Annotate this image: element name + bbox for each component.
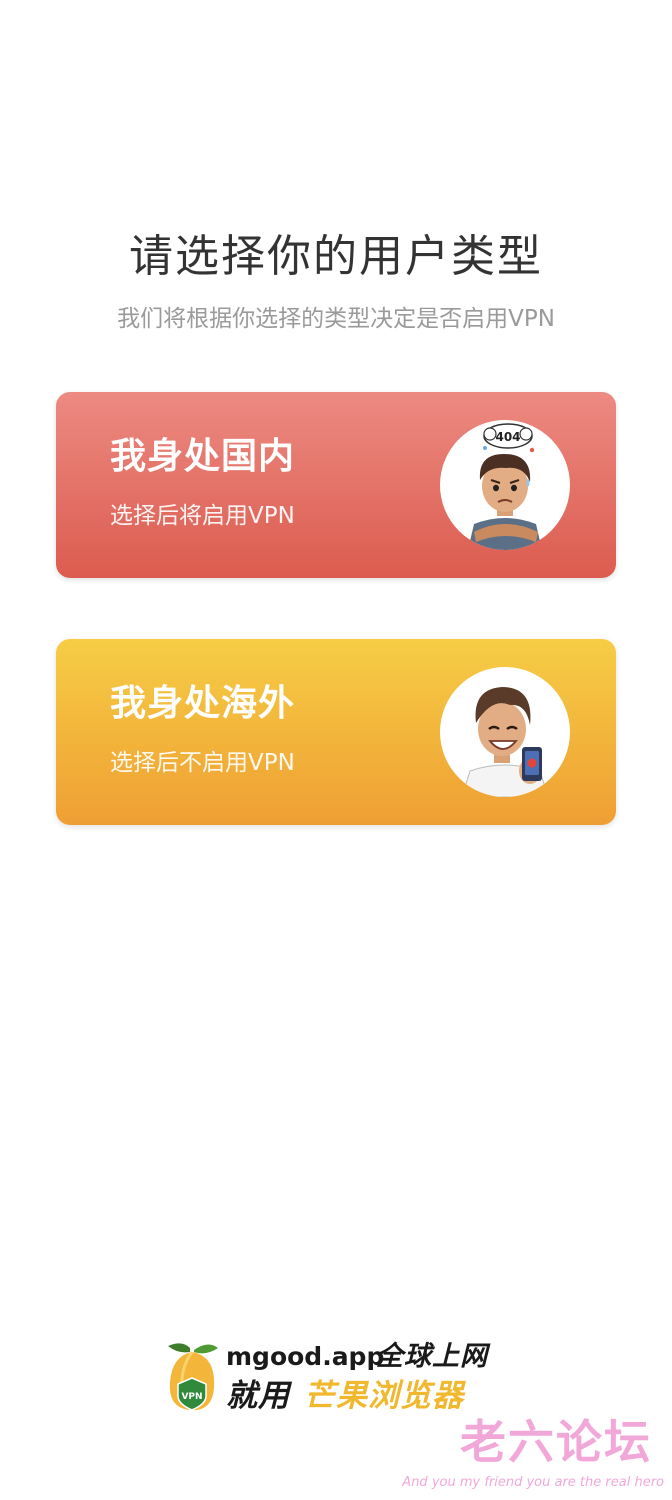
brand-slogan-use: 就用 [226, 1378, 290, 1414]
option-domestic-button[interactable]: 我身处国内 选择后将启用VPN 404 [56, 392, 616, 578]
avatar-404-text: 404 [495, 430, 520, 444]
mango-logo-icon: VPN [160, 1338, 226, 1418]
watermark-motto: And you my friend you are the real hero [402, 1475, 664, 1490]
option-domestic-title: 我身处国内 [110, 436, 296, 477]
option-overseas-button[interactable]: 我身处海外 选择后不启用VPN [56, 639, 616, 825]
page-subtitle: 我们将根据你选择的类型决定是否启用VPN [117, 306, 555, 332]
watermark-forum-name: 老六论坛 [460, 1415, 652, 1469]
option-domestic-description: 选择后将启用VPN [110, 503, 295, 529]
brand-domain: mgood.app [226, 1342, 385, 1371]
confused-man-404-avatar: 404 [440, 420, 570, 550]
brand-app-name: 芒果浏览器 [304, 1378, 464, 1414]
logo-vpn-text: VPN [181, 1392, 202, 1402]
smiling-man-phone-avatar [440, 667, 570, 797]
brand-slogan-line1: 全球上网 [376, 1341, 488, 1372]
option-overseas-description: 选择后不启用VPN [110, 750, 295, 776]
page-title: 请选择你的用户类型 [129, 231, 543, 282]
option-overseas-title: 我身处海外 [110, 683, 296, 724]
brand-banner: VPN mgood.app 全球上网 就用 芒果浏览器 [160, 1338, 520, 1418]
